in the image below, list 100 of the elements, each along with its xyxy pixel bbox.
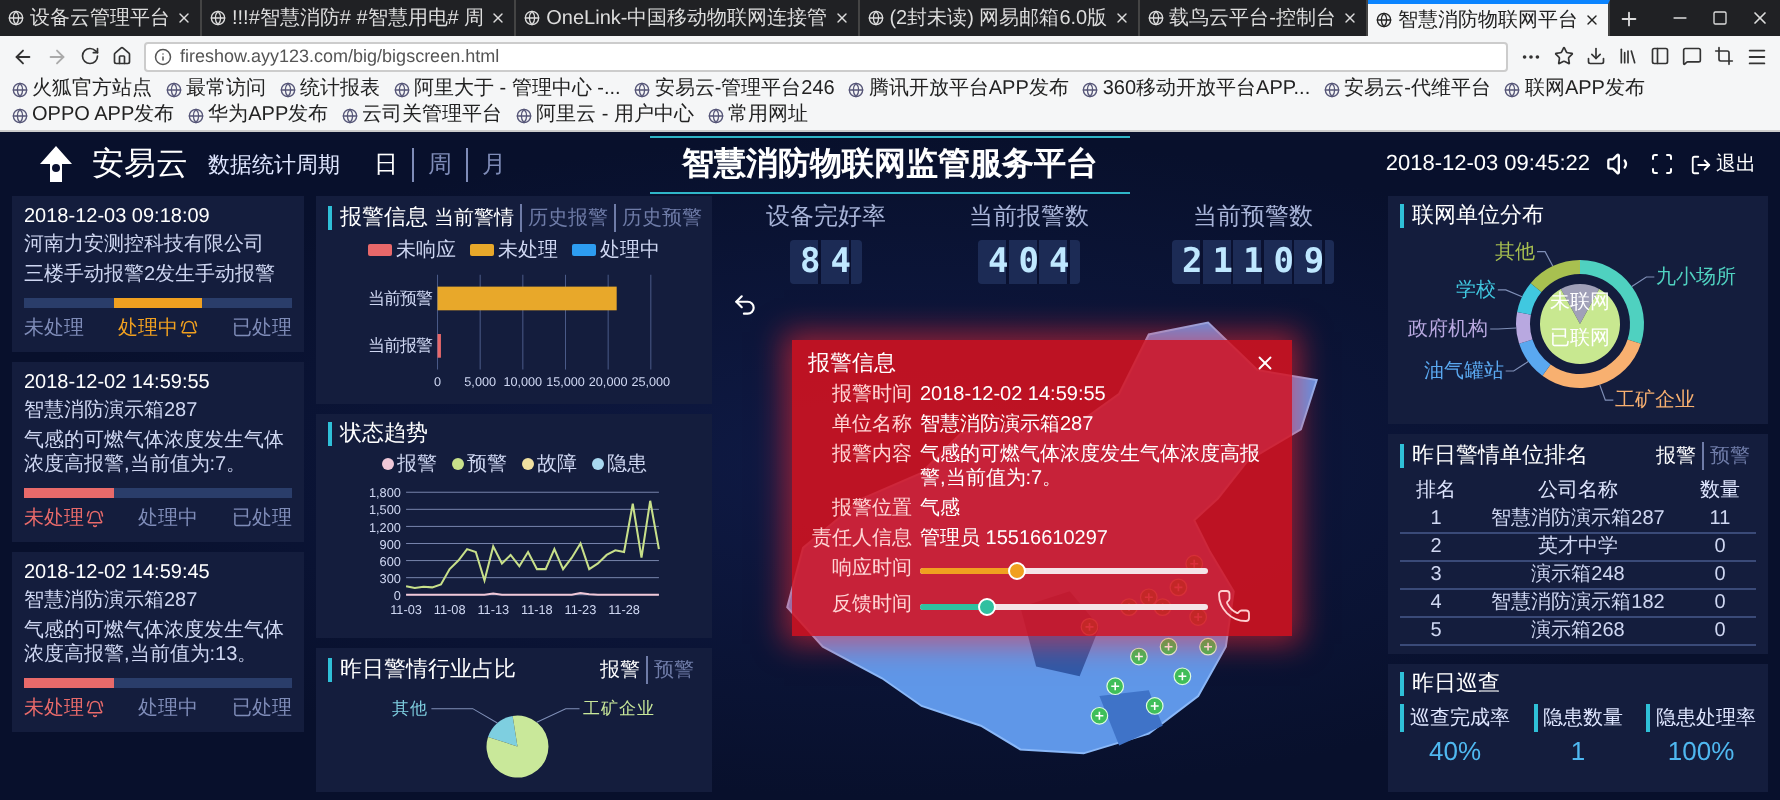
panel-tab[interactable]: 预警 [1702, 442, 1756, 470]
segment-label: 其他 [1495, 241, 1536, 264]
period-tab[interactable]: 周 [412, 147, 466, 181]
period-tab[interactable]: 日 [360, 147, 412, 181]
legend-item: 隐患 [591, 450, 647, 479]
url-text: fireshow.ayy123.com/big/bigscreen.html [180, 46, 500, 66]
table-cell: 智慧消防演示箱287 [1472, 506, 1684, 534]
leader-line [536, 707, 580, 723]
panel-tab[interactable]: 历史预警 [614, 204, 708, 232]
field-label: 响应时间 [830, 558, 912, 582]
slider-thumb[interactable] [978, 597, 997, 615]
bookmark-link[interactable]: 阿里大于 - 管理中心 -... [394, 78, 621, 102]
status-step: 未处理 [24, 314, 84, 342]
time-slider[interactable] [920, 603, 1208, 609]
status-step: 已处理 [232, 504, 292, 532]
bookmark-link[interactable]: 安易云-管理平台246 [634, 78, 835, 102]
leader-line [1489, 327, 1517, 330]
status-step: 未处理 [24, 694, 104, 722]
period-tab[interactable]: 月 [466, 147, 520, 181]
close-icon[interactable] [833, 10, 850, 26]
bookmark-link[interactable]: 火狐官方站点 [12, 78, 152, 102]
leader-line [1497, 289, 1523, 298]
bookmark-link[interactable]: 常用网址 [708, 104, 809, 128]
table-cell: 1 [1400, 506, 1472, 534]
panel-tab[interactable]: 报警 [594, 655, 646, 684]
bookmark-link[interactable]: 360移动开放平台APP... [1082, 78, 1311, 102]
alarm-message: 气感的可燃气体浓度发生气体浓度高报警,当前值为:13。 [24, 620, 286, 668]
site-icon [1147, 10, 1164, 26]
panel-tab[interactable]: 预警 [646, 655, 700, 684]
reload-icon[interactable] [80, 46, 100, 66]
legend-swatch [381, 458, 393, 471]
back-button[interactable] [732, 292, 758, 318]
bookmark-link[interactable]: 腾讯开放平台APP发布 [848, 78, 1069, 102]
table-cell: 演示箱268 [1472, 618, 1684, 646]
site-icon [848, 82, 865, 98]
logout-button[interactable]: 退出 [1690, 150, 1756, 178]
home-icon[interactable] [112, 46, 132, 66]
bell-icon [86, 509, 104, 527]
site-icon [708, 108, 725, 124]
field-value: 管理员 15516610297 [920, 528, 1110, 552]
close-button[interactable] [1254, 352, 1276, 374]
page-title: 智慧消防物联网监管服务平台 [650, 135, 1130, 193]
site-icon [634, 82, 651, 98]
progress-fill [24, 488, 114, 498]
field-label: 报警时间 [830, 384, 912, 408]
bookmark-link[interactable]: 最常访问 [166, 78, 266, 102]
legend-swatch [368, 244, 392, 256]
period-label: 数据统计周期 [208, 151, 340, 179]
panel-tab[interactable]: 报警 [1650, 442, 1702, 470]
segment-label: 政府机构 [1408, 319, 1489, 341]
bookmark-link[interactable]: 云司关管理平台 [342, 104, 503, 128]
plus-icon [1618, 7, 1641, 29]
star-icon[interactable] [1554, 46, 1574, 66]
field-label: 报警内容 [830, 444, 912, 468]
time-slider[interactable] [920, 567, 1208, 573]
status-step: 处理中 [138, 694, 198, 722]
bookmark-link[interactable]: 阿里云 - 用户中心 [516, 104, 695, 128]
bookmark-link[interactable]: 华为APP发布 [188, 104, 329, 128]
bookmark-link[interactable]: 安易云-代维平台 [1324, 78, 1491, 102]
panel-tab[interactable]: 历史报警 [520, 204, 614, 232]
bookmark-link[interactable]: 统计报表 [280, 78, 380, 102]
site-icon [1375, 12, 1392, 28]
download-icon[interactable] [1586, 46, 1606, 66]
legend-swatch [591, 458, 603, 471]
field-value: 2018-12-02 14:59:55 [920, 384, 1108, 408]
close-icon[interactable] [1341, 10, 1358, 26]
counter-label: 设备完好率 [765, 200, 886, 234]
site-icon [280, 82, 296, 98]
library-icon[interactable] [1618, 46, 1638, 66]
legend-item: 报警 [381, 450, 437, 479]
close-icon[interactable] [1583, 12, 1600, 28]
chat-icon[interactable] [1682, 46, 1702, 66]
info-icon[interactable] [154, 47, 172, 65]
bookmark-link[interactable]: 联网APP发布 [1504, 78, 1645, 102]
leader-line [1599, 384, 1614, 401]
phone-icon[interactable] [1216, 588, 1252, 624]
bell-icon [180, 319, 198, 337]
legend-item: 故障 [521, 450, 577, 479]
leader-line [1631, 276, 1655, 287]
menu-icon[interactable] [1746, 45, 1768, 67]
column-header: 数量 [1698, 478, 1742, 506]
back-icon[interactable] [12, 45, 34, 67]
unit-name: 智慧消防演示箱287 [24, 590, 200, 614]
panel-title: 昨日巡查 [1400, 672, 1500, 696]
close-icon[interactable] [1113, 10, 1130, 26]
progress-fill [113, 298, 203, 308]
table-cell: 2 [1400, 534, 1472, 562]
close-icon[interactable] [490, 10, 507, 26]
close-icon[interactable] [176, 10, 192, 26]
address-field[interactable]: fireshow.ayy123.com/big/bigscreen.html [144, 41, 1508, 71]
column-header: 排名 [1414, 477, 1458, 506]
crop-icon[interactable] [1714, 46, 1734, 66]
legend-item: 预警 [451, 450, 507, 479]
slider-thumb[interactable] [1007, 561, 1026, 579]
sidebar-icon[interactable] [1650, 46, 1670, 66]
fullscreen-icon[interactable] [1650, 152, 1674, 176]
bookmark-link[interactable]: OPPO APP发布 [12, 104, 175, 128]
panel-tab[interactable]: 当前警情 [428, 204, 520, 232]
browser-tab[interactable]: 智慧消防物联网平台 [1367, 0, 1610, 36]
field-value: 气感 [920, 498, 962, 522]
